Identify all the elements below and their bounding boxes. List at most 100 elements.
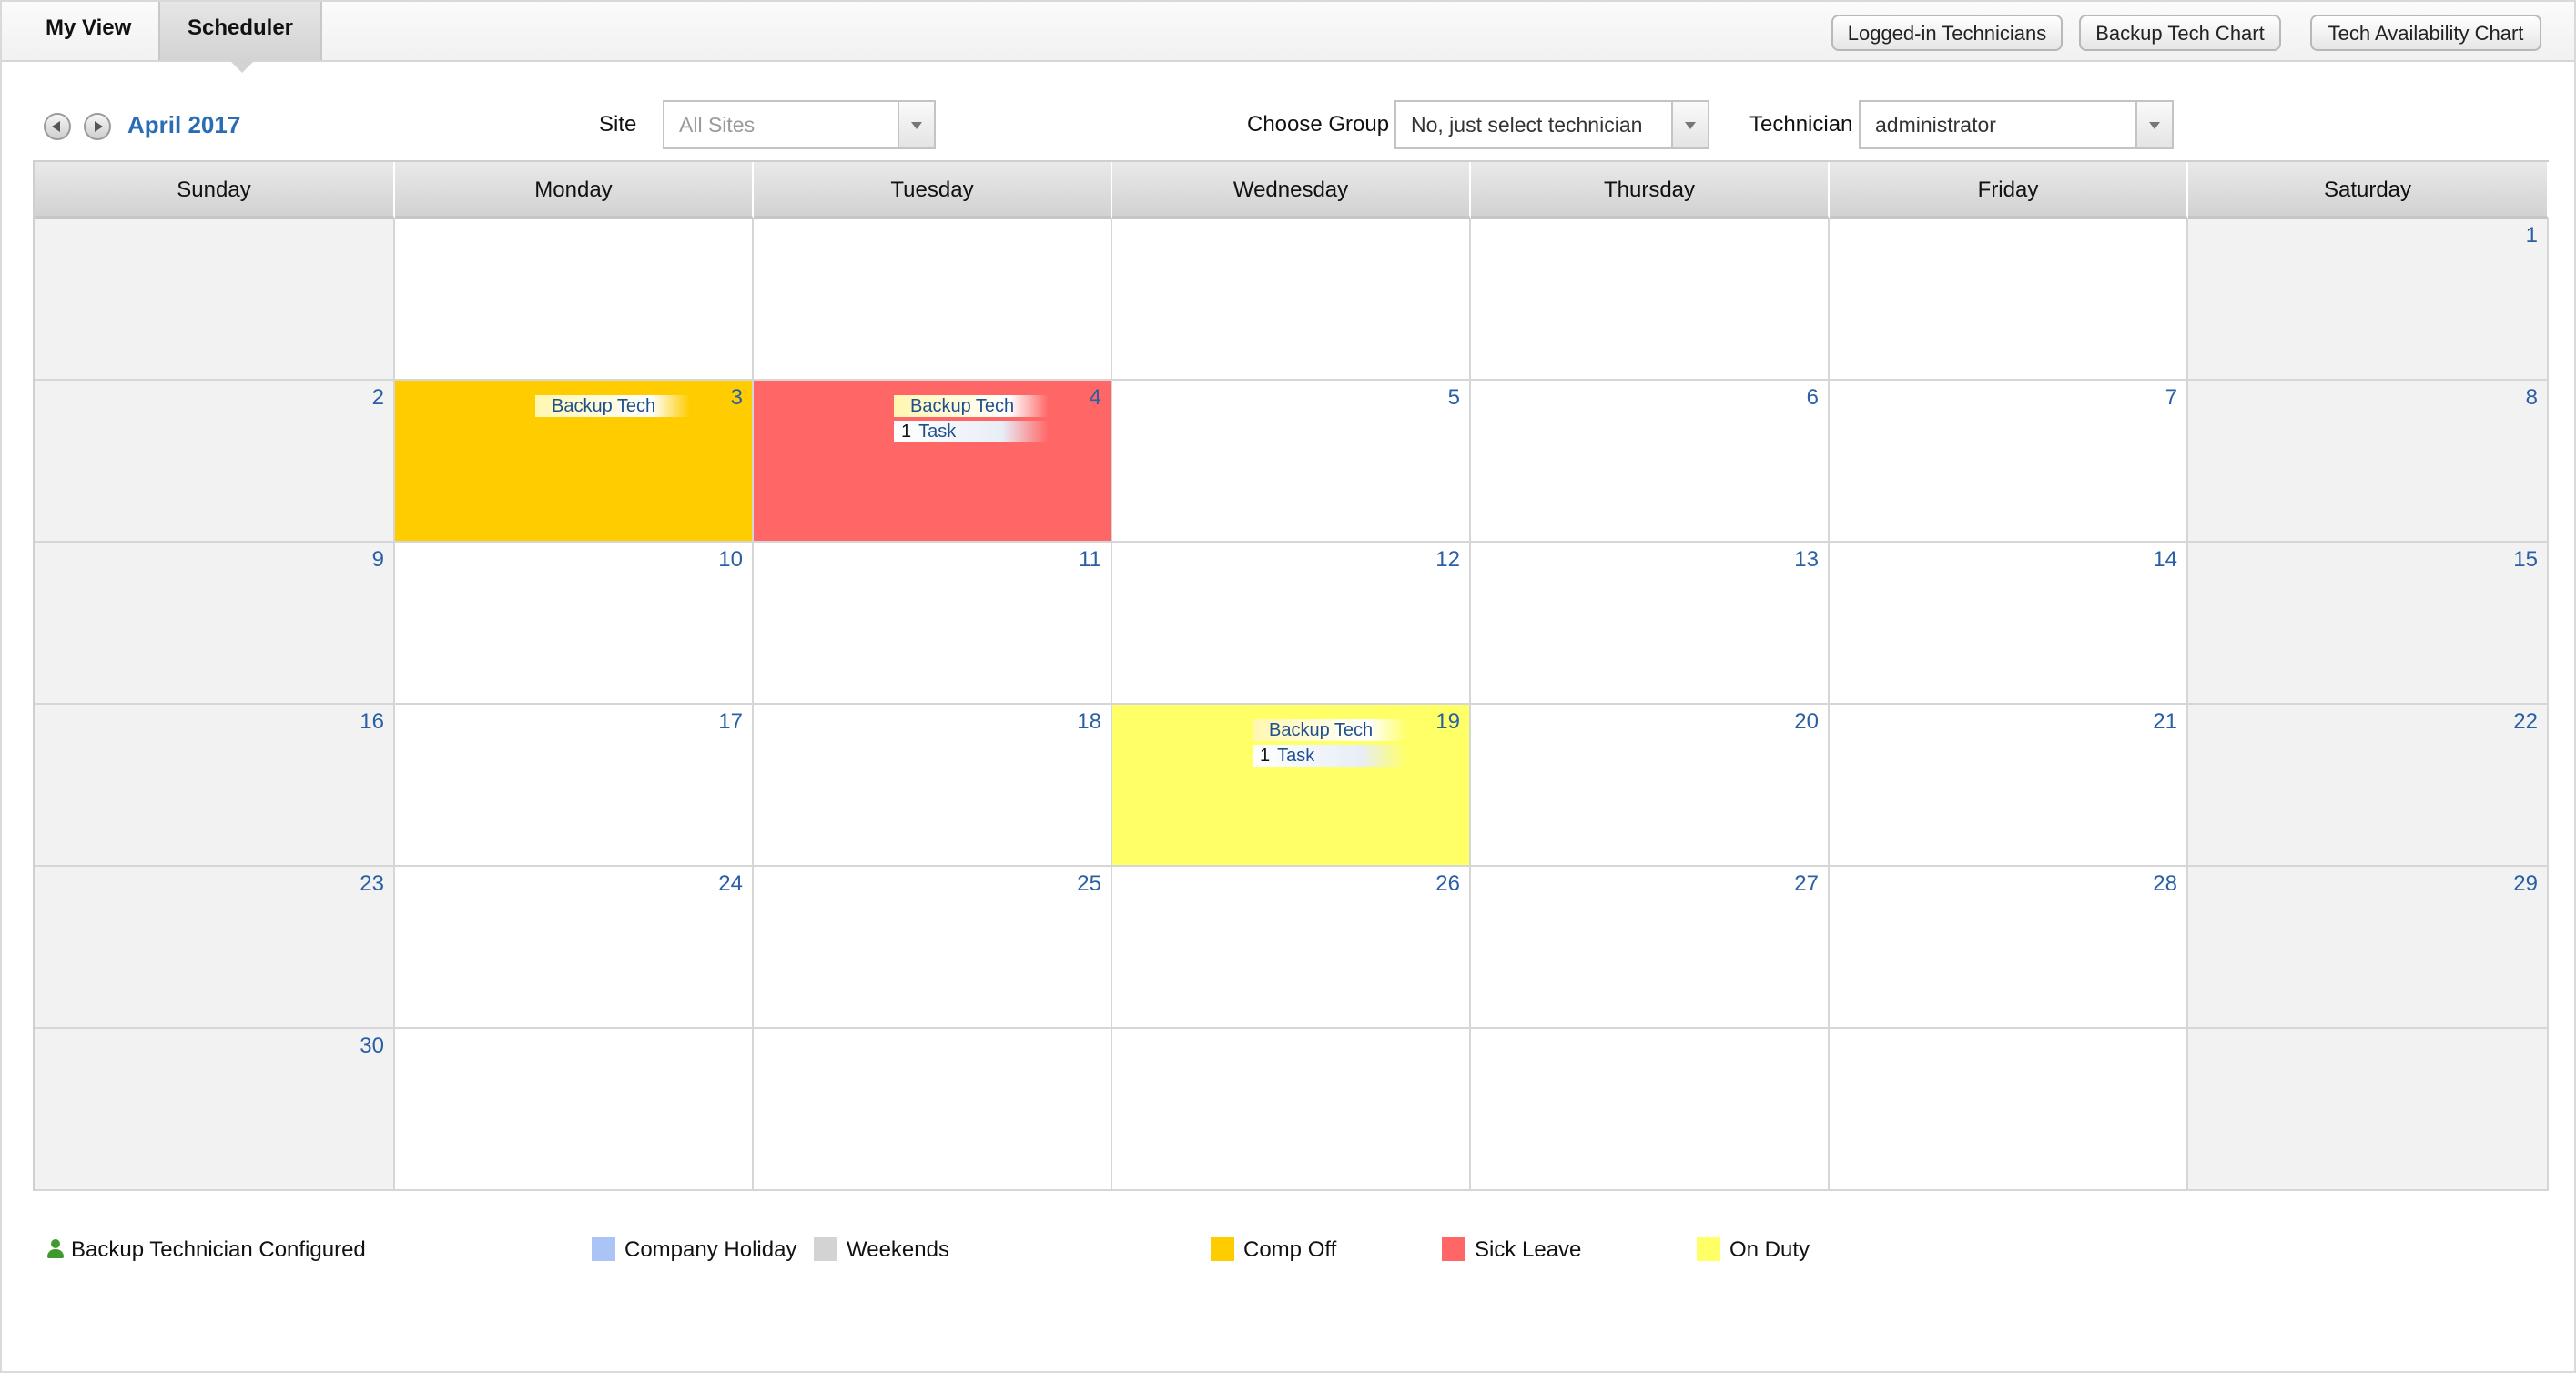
day-cell-4[interactable]: 4 Backup Tech 1 Task: [754, 381, 1112, 543]
day-cell-27[interactable]: 27: [1471, 867, 1830, 1029]
day-cell-10[interactable]: 10: [395, 543, 754, 705]
day-cell-5[interactable]: 5: [1112, 381, 1471, 543]
weekday-header-saturday: Saturday: [2188, 162, 2549, 219]
on-duty-swatch: [1697, 1237, 1720, 1261]
day-cell-15[interactable]: 15: [2188, 543, 2549, 705]
day-cell-3[interactable]: 3 Backup Tech: [395, 381, 754, 543]
day-cell-9[interactable]: 9: [35, 543, 395, 705]
day-cell-20[interactable]: 20: [1471, 705, 1830, 867]
day-cell-empty: [395, 1029, 754, 1191]
previous-month-button[interactable]: [44, 113, 71, 140]
day-cell-2[interactable]: 2: [35, 381, 395, 543]
day-number[interactable]: 20: [1794, 708, 1819, 736]
tech-availability-chart-button[interactable]: Tech Availability Chart: [2310, 15, 2541, 51]
day-number[interactable]: 25: [1077, 870, 1101, 898]
backup-tech-link[interactable]: Backup Tech: [894, 395, 1049, 417]
chevron-down-icon: [2135, 102, 2172, 147]
day-number[interactable]: 2: [372, 384, 384, 412]
legend-backup-technician: Backup Technician Configured: [47, 1235, 366, 1266]
day-number[interactable]: 15: [2513, 546, 2538, 574]
day-cell-25[interactable]: 25: [754, 867, 1112, 1029]
day-cell-28[interactable]: 28: [1830, 867, 2188, 1029]
day-cell-empty: [1471, 219, 1830, 381]
day-number[interactable]: 26: [1435, 870, 1460, 898]
day-cell-30[interactable]: 30: [35, 1029, 395, 1191]
legend-label: Weekends: [847, 1237, 949, 1262]
technician-select[interactable]: administrator: [1859, 100, 2174, 149]
legend-sick-leave: Sick Leave: [1442, 1235, 1581, 1266]
day-number[interactable]: 24: [718, 870, 743, 898]
weekday-header-friday: Friday: [1830, 162, 2188, 219]
day-cell-6[interactable]: 6: [1471, 381, 1830, 543]
day-number[interactable]: 7: [2165, 384, 2177, 412]
day-number[interactable]: 21: [2153, 708, 2177, 736]
backup-tech-link[interactable]: Backup Tech: [535, 395, 690, 417]
day-number[interactable]: 16: [360, 708, 384, 736]
day-number[interactable]: 5: [1448, 384, 1460, 412]
day-cell-22[interactable]: 22: [2188, 705, 2549, 867]
day-cell-24[interactable]: 24: [395, 867, 754, 1029]
choose-group-value: No, just select technician: [1411, 113, 1643, 137]
day-cell-14[interactable]: 14: [1830, 543, 2188, 705]
day-cell-18[interactable]: 18: [754, 705, 1112, 867]
task-link[interactable]: 1 Task: [1253, 745, 1407, 767]
day-cell-29[interactable]: 29: [2188, 867, 2549, 1029]
day-cell-21[interactable]: 21: [1830, 705, 2188, 867]
day-number[interactable]: 11: [1079, 546, 1101, 574]
legend-label: On Duty: [1729, 1237, 1810, 1262]
day-number[interactable]: 14: [2153, 546, 2177, 574]
day-number[interactable]: 29: [2513, 870, 2538, 898]
weekday-header-thursday: Thursday: [1471, 162, 1830, 219]
day-cell-1[interactable]: 1: [2188, 219, 2549, 381]
weekday-header-sunday: Sunday: [35, 162, 395, 219]
day-cell-7[interactable]: 7: [1830, 381, 2188, 543]
day-cell-13[interactable]: 13: [1471, 543, 1830, 705]
tab-scheduler[interactable]: Scheduler: [158, 2, 322, 73]
day-cell-17[interactable]: 17: [395, 705, 754, 867]
next-month-button[interactable]: [84, 113, 111, 140]
day-cell-11[interactable]: 11: [754, 543, 1112, 705]
day-number[interactable]: 6: [1807, 384, 1819, 412]
day-number[interactable]: 27: [1794, 870, 1819, 898]
day-number[interactable]: 4: [1090, 384, 1101, 412]
day-cell-empty: [754, 219, 1112, 381]
day-cell-12[interactable]: 12: [1112, 543, 1471, 705]
day-number[interactable]: 22: [2513, 708, 2538, 736]
backup-tech-link[interactable]: Backup Tech: [1253, 719, 1407, 741]
day-number[interactable]: 28: [2153, 870, 2177, 898]
task-label: Task: [918, 422, 957, 442]
day-number[interactable]: 1: [2526, 222, 2538, 249]
day-number[interactable]: 3: [731, 384, 743, 412]
sick-leave-swatch: [1442, 1237, 1465, 1261]
technician-value: administrator: [1875, 113, 1996, 137]
site-select[interactable]: All Sites: [663, 100, 936, 149]
task-link[interactable]: 1 Task: [894, 421, 1049, 442]
day-number[interactable]: 13: [1794, 546, 1819, 574]
day-cell-empty: [1112, 1029, 1471, 1191]
tab-my-view[interactable]: My View: [20, 2, 157, 60]
day-number[interactable]: 30: [360, 1032, 384, 1060]
weekday-header-tuesday: Tuesday: [754, 162, 1112, 219]
choose-group-select[interactable]: No, just select technician: [1394, 100, 1709, 149]
day-number[interactable]: 17: [718, 708, 743, 736]
day-cell-26[interactable]: 26: [1112, 867, 1471, 1029]
day-number[interactable]: 19: [1435, 708, 1460, 736]
legend-on-duty: On Duty: [1697, 1235, 1810, 1266]
day-number[interactable]: 10: [718, 546, 743, 574]
day-number[interactable]: 12: [1435, 546, 1460, 574]
logged-in-technicians-button[interactable]: Logged-in Technicians: [1831, 15, 2063, 51]
day-number[interactable]: 18: [1077, 708, 1101, 736]
day-cell-23[interactable]: 23: [35, 867, 395, 1029]
day-cell-empty: [1830, 1029, 2188, 1191]
weekday-header-wednesday: Wednesday: [1112, 162, 1471, 219]
choose-group-label: Choose Group: [1247, 112, 1390, 137]
person-icon: [47, 1239, 64, 1259]
day-cell-19[interactable]: 19 Backup Tech 1 Task: [1112, 705, 1471, 867]
day-cell-8[interactable]: 8: [2188, 381, 2549, 543]
legend-weekends: Weekends: [814, 1235, 949, 1266]
day-number[interactable]: 9: [372, 546, 384, 574]
day-number[interactable]: 8: [2526, 384, 2538, 412]
day-cell-16[interactable]: 16: [35, 705, 395, 867]
day-number[interactable]: 23: [360, 870, 384, 898]
backup-tech-chart-button[interactable]: Backup Tech Chart: [2079, 15, 2281, 51]
